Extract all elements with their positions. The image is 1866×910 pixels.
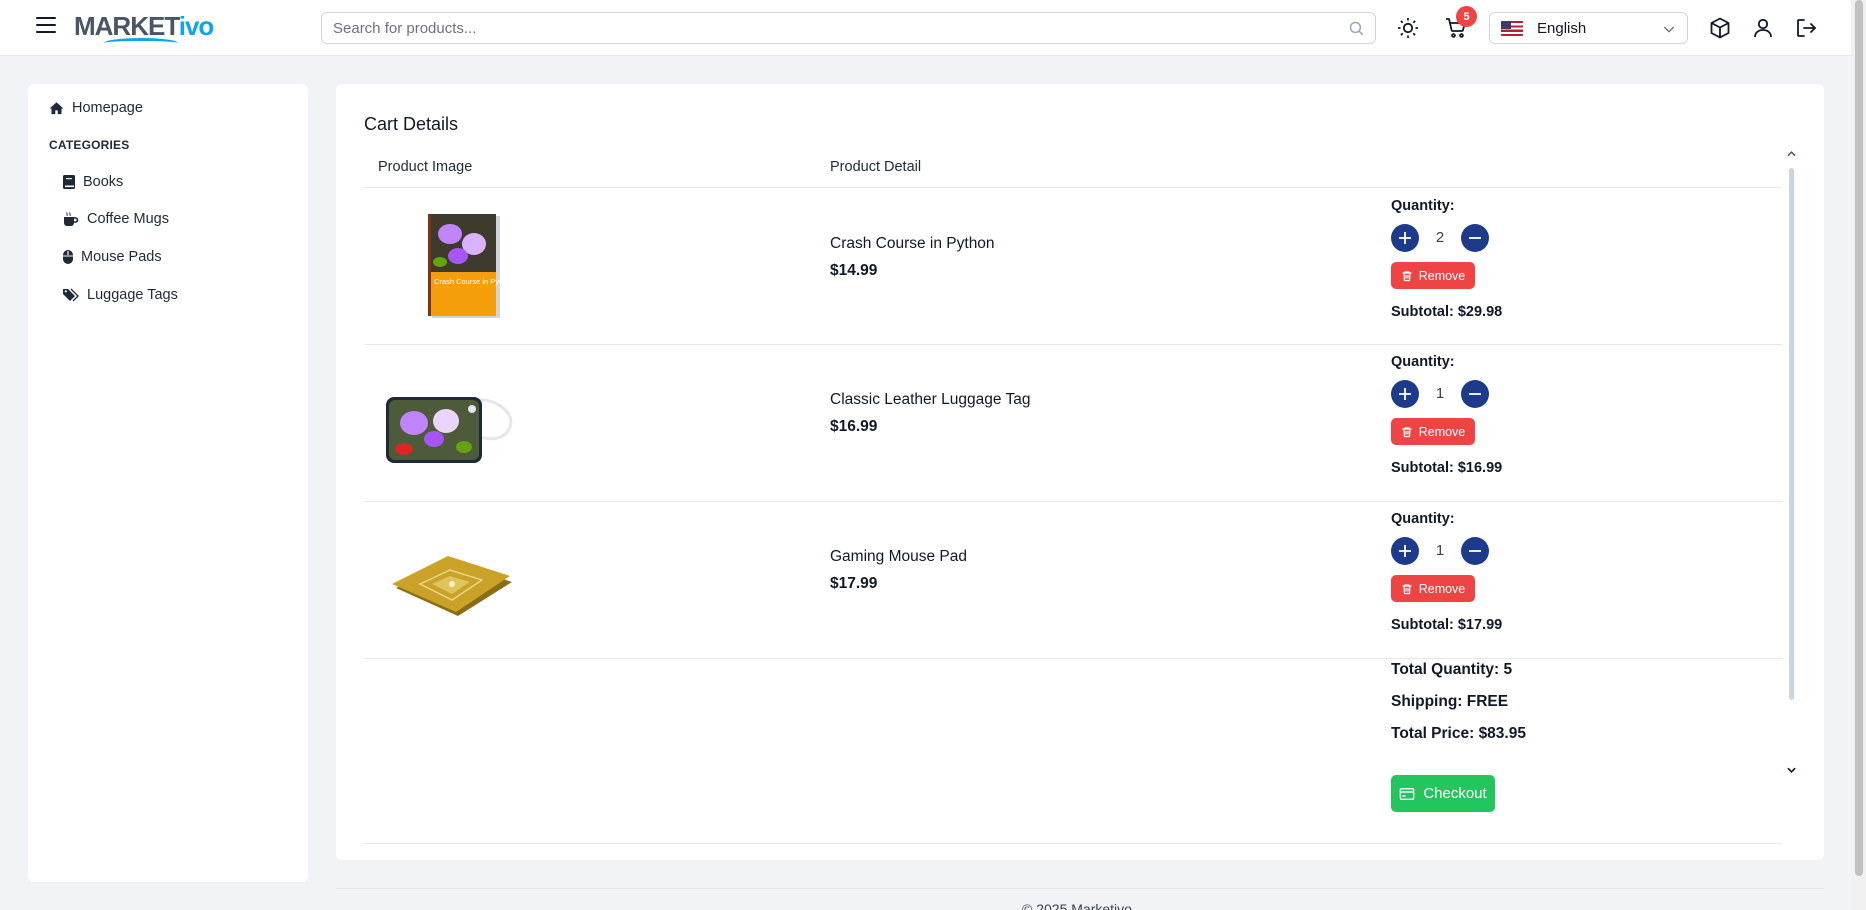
product-price: $16.99 (830, 418, 878, 435)
scroll-down-icon[interactable] (1787, 766, 1796, 774)
book-icon (63, 175, 75, 189)
sidebar-item-coffee-mugs[interactable]: Coffee Mugs (63, 211, 169, 227)
decrease-quantity-button[interactable] (1461, 537, 1489, 565)
page-scrollbar[interactable] (1851, 0, 1866, 910)
logout-icon[interactable] (1794, 16, 1818, 40)
decrease-quantity-button[interactable] (1461, 380, 1489, 408)
minus-icon (1469, 550, 1481, 552)
minus-icon (1469, 393, 1481, 395)
remove-label: Remove (1418, 424, 1466, 439)
remove-item-button[interactable]: Remove (1391, 262, 1475, 289)
sidebar-item-label: Luggage Tags (87, 287, 178, 303)
remove-item-button[interactable]: Remove (1391, 575, 1475, 602)
hamburger-menu-icon[interactable] (36, 17, 56, 33)
sidebar-item-mouse-pads[interactable]: Mouse Pads (63, 249, 162, 265)
sidebar-item-label: Books (83, 174, 124, 190)
book-cover-text: Crash Course in Python (434, 277, 514, 286)
table-row: Classic Leather Luggage Tag $16.99 Quant… (364, 345, 1782, 502)
tag-icon (63, 288, 79, 302)
chevron-down-icon (1663, 26, 1675, 33)
product-name[interactable]: Gaming Mouse Pad (830, 548, 967, 566)
product-name[interactable]: Crash Course in Python (830, 235, 995, 253)
trash-icon (1402, 270, 1412, 281)
increase-quantity-button[interactable] (1391, 537, 1419, 565)
home-icon (49, 101, 64, 114)
scroll-up-icon[interactable] (1787, 150, 1796, 158)
sidebar-item-label: Coffee Mugs (87, 211, 169, 227)
user-profile-icon[interactable] (1751, 16, 1775, 40)
orders-box-icon[interactable] (1708, 16, 1732, 40)
table-header: Product Image Product Detail (364, 146, 1782, 188)
search-bar (321, 12, 1376, 44)
scrollbar-thumb[interactable] (1789, 168, 1794, 700)
sidebar-item-books[interactable]: Books (63, 174, 123, 190)
item-subtotal: Subtotal: $16.99 (1391, 460, 1503, 476)
increase-quantity-button[interactable] (1391, 380, 1419, 408)
logo-text-ivo: ivo (178, 11, 215, 41)
plus-icon (1399, 545, 1411, 557)
checkout-label: Checkout (1423, 785, 1487, 802)
checkout-button[interactable]: Checkout (1391, 775, 1495, 812)
search-input[interactable] (322, 13, 1375, 43)
cart-table: Product Image Product Detail Crash Cours… (364, 146, 1792, 846)
page-scrollbar-thumb[interactable] (1855, 0, 1863, 876)
footer-copyright: © 2025 Marketivo (1022, 901, 1132, 910)
minus-icon (1469, 237, 1481, 239)
quantity-value: 1 (1435, 542, 1445, 559)
trash-icon (1402, 583, 1412, 594)
top-header: MARKETivo 5 English (0, 0, 1851, 56)
increase-quantity-button[interactable] (1391, 224, 1419, 252)
sidebar-item-label: Mouse Pads (81, 249, 162, 265)
remove-label: Remove (1418, 581, 1466, 596)
table-row: Gaming Mouse Pad $17.99 Quantity: 1 Remo… (364, 502, 1782, 659)
sidebar: Homepage CATEGORIES Books Coffee Mugs Mo… (28, 84, 308, 882)
decrease-quantity-button[interactable] (1461, 224, 1489, 252)
language-select[interactable]: English (1489, 12, 1688, 44)
product-image-mouse-pad[interactable] (380, 526, 520, 632)
quantity-label: Quantity: (1391, 511, 1455, 527)
remove-item-button[interactable]: Remove (1391, 418, 1475, 445)
product-name[interactable]: Classic Leather Luggage Tag (830, 391, 1031, 409)
plus-icon (1399, 232, 1411, 244)
categories-heading: CATEGORIES (49, 138, 130, 152)
logo-swoosh (104, 38, 178, 48)
us-flag-icon (1501, 20, 1523, 36)
shipping-info: Shipping: FREE (1391, 693, 1509, 710)
quantity-value: 2 (1435, 229, 1445, 246)
search-icon[interactable] (1348, 20, 1365, 37)
mouse-icon (63, 250, 73, 264)
footer-divider (336, 888, 1824, 889)
table-bottom-divider (364, 843, 1782, 844)
product-price: $14.99 (830, 262, 878, 279)
sidebar-item-homepage[interactable]: Homepage (49, 100, 143, 116)
item-subtotal: Subtotal: $17.99 (1391, 617, 1503, 633)
sidebar-item-label: Homepage (72, 100, 143, 116)
remove-label: Remove (1418, 268, 1466, 283)
total-price: Total Price: $83.95 (1391, 725, 1526, 742)
cart-panel: Cart Details Product Image Product Detai… (336, 84, 1824, 860)
theme-toggle-sun-icon[interactable] (1396, 16, 1420, 40)
credit-card-icon (1399, 787, 1415, 800)
mug-icon (64, 212, 79, 226)
product-image-luggage-tag[interactable] (380, 369, 520, 475)
column-header-detail: Product Detail (830, 159, 922, 175)
marketivo-logo[interactable]: MARKETivo (74, 10, 215, 48)
quantity-value: 1 (1435, 385, 1445, 402)
total-quantity: Total Quantity: 5 (1391, 661, 1513, 678)
trash-icon (1402, 426, 1412, 437)
table-row: Crash Course in Python Crash Course in P… (364, 188, 1782, 345)
product-image-python-book[interactable]: Crash Course in Python (380, 212, 520, 318)
plus-icon (1399, 388, 1411, 400)
cart-count-badge: 5 (1456, 6, 1477, 27)
quantity-label: Quantity: (1391, 198, 1455, 214)
logo-text-market: MARKET (74, 11, 180, 41)
page-title: Cart Details (364, 114, 459, 134)
quantity-label: Quantity: (1391, 354, 1455, 370)
column-header-image: Product Image (378, 159, 473, 175)
product-price: $17.99 (830, 575, 878, 592)
item-subtotal: Subtotal: $29.98 (1391, 304, 1503, 320)
table-scrollbar[interactable] (1787, 150, 1796, 776)
language-label: English (1537, 19, 1587, 37)
sidebar-item-luggage-tags[interactable]: Luggage Tags (63, 287, 178, 303)
